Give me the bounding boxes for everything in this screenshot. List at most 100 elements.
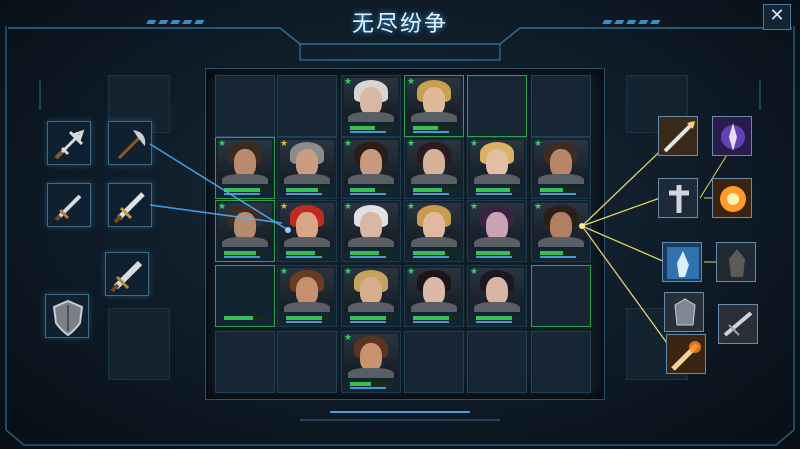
hero-card[interactable]: ★	[277, 200, 337, 262]
empty-slot	[108, 308, 170, 380]
health-bar	[476, 316, 518, 320]
hero-card[interactable]: ★	[404, 137, 464, 199]
health-bar	[476, 188, 518, 192]
hero-portrait	[280, 203, 334, 247]
energy-bar	[286, 193, 322, 195]
hero-card[interactable]: ★	[277, 265, 337, 327]
skill-slot[interactable]	[716, 242, 756, 282]
spear-strike-icon	[663, 121, 695, 153]
hero-card[interactable]: ★	[341, 265, 401, 327]
short-sword-icon	[54, 194, 82, 222]
formation-slot[interactable]	[467, 75, 527, 137]
health-bar	[540, 188, 582, 192]
equipment-slot[interactable]	[105, 252, 149, 296]
health-bar	[540, 251, 582, 255]
energy-bar	[476, 256, 512, 258]
hero-card[interactable]: ★	[341, 75, 401, 137]
energy-bar	[350, 256, 386, 258]
fire-explosion-icon	[720, 186, 746, 212]
hero-formation-grid: ★ ★ ★ ★ ★ ★ ★ ★ ★ ★ ★ ★ ★ ★ ★ ★ ★ ★ ★	[205, 68, 605, 400]
hero-card[interactable]: ★	[467, 137, 527, 199]
formation-slot[interactable]	[404, 331, 464, 393]
equipment-slot[interactable]	[45, 294, 89, 338]
health-bar	[413, 188, 455, 192]
star-icon: ★	[407, 267, 416, 277]
hero-portrait	[407, 78, 461, 122]
energy-bar	[286, 321, 322, 323]
skill-slot[interactable]	[712, 178, 752, 218]
skill-slot[interactable]	[718, 304, 758, 344]
formation-slot[interactable]	[215, 265, 275, 327]
star-icon: ★	[344, 267, 353, 277]
hero-card[interactable]: ★	[467, 200, 527, 262]
health-bar	[350, 382, 392, 386]
hero-portrait	[470, 203, 524, 247]
hero-card[interactable]: ★	[215, 200, 275, 262]
energy-bar	[413, 131, 449, 133]
formation-slot[interactable]	[531, 331, 591, 393]
hero-portrait	[470, 140, 524, 184]
energy-bar	[286, 256, 322, 258]
skill-slot[interactable]	[666, 334, 706, 374]
skill-slot[interactable]	[664, 292, 704, 332]
fire-strike-icon	[671, 341, 701, 371]
close-button[interactable]: ✕	[763, 4, 791, 30]
skill-slot[interactable]	[712, 116, 752, 156]
equipment-slot[interactable]	[108, 121, 152, 165]
hero-card[interactable]: ★	[277, 137, 337, 199]
health-bar	[413, 316, 455, 320]
shield-icon	[52, 299, 84, 337]
formation-slot[interactable]	[277, 331, 337, 393]
star-icon: ★	[534, 202, 543, 212]
formation-slot[interactable]	[531, 265, 591, 327]
hero-card[interactable]: ★	[404, 265, 464, 327]
hero-portrait	[344, 334, 398, 378]
energy-bar	[350, 321, 386, 323]
energy-bar	[413, 256, 449, 258]
star-icon: ★	[280, 202, 289, 212]
hero-card[interactable]: ★	[215, 137, 275, 199]
hero-portrait	[280, 268, 334, 312]
frost-summon-icon	[667, 247, 699, 279]
equipment-slot[interactable]	[47, 121, 91, 165]
energy-bar	[224, 193, 260, 195]
hero-card[interactable]: ★	[404, 75, 464, 137]
hero-portrait	[344, 203, 398, 247]
equipment-slot[interactable]	[47, 183, 91, 227]
skill-slot[interactable]	[658, 116, 698, 156]
health-bar	[350, 316, 392, 320]
formation-slot[interactable]	[531, 75, 591, 137]
hero-card[interactable]: ★	[404, 200, 464, 262]
hero-portrait	[407, 268, 461, 312]
star-icon: ★	[344, 139, 353, 149]
star-icon: ★	[344, 77, 353, 87]
dagger-icon	[54, 129, 85, 160]
formation-slot[interactable]	[215, 331, 275, 393]
energy-bar	[476, 321, 512, 323]
health-bar	[224, 316, 266, 320]
hero-card[interactable]: ★	[531, 200, 591, 262]
skill-slot[interactable]	[658, 178, 698, 218]
star-icon: ★	[534, 139, 543, 149]
star-icon: ★	[407, 202, 416, 212]
formation-slot[interactable]	[215, 75, 275, 137]
hero-card[interactable]: ★	[341, 137, 401, 199]
hero-portrait	[218, 140, 272, 184]
hero-card[interactable]: ★	[341, 331, 401, 393]
star-icon: ★	[344, 202, 353, 212]
hero-portrait	[280, 140, 334, 184]
hero-portrait	[344, 140, 398, 184]
cross-totem-icon	[669, 185, 689, 213]
hero-card[interactable]: ★	[341, 200, 401, 262]
hero-card[interactable]: ★	[531, 137, 591, 199]
formation-slot[interactable]	[467, 331, 527, 393]
formation-slot[interactable]	[277, 75, 337, 137]
star-icon: ★	[344, 333, 353, 343]
skill-slot[interactable]	[662, 242, 702, 282]
health-bar	[224, 251, 266, 255]
star-icon: ★	[470, 202, 479, 212]
equipment-slot[interactable]	[108, 183, 152, 227]
star-icon: ★	[470, 267, 479, 277]
health-bar	[413, 251, 455, 255]
hero-card[interactable]: ★	[467, 265, 527, 327]
